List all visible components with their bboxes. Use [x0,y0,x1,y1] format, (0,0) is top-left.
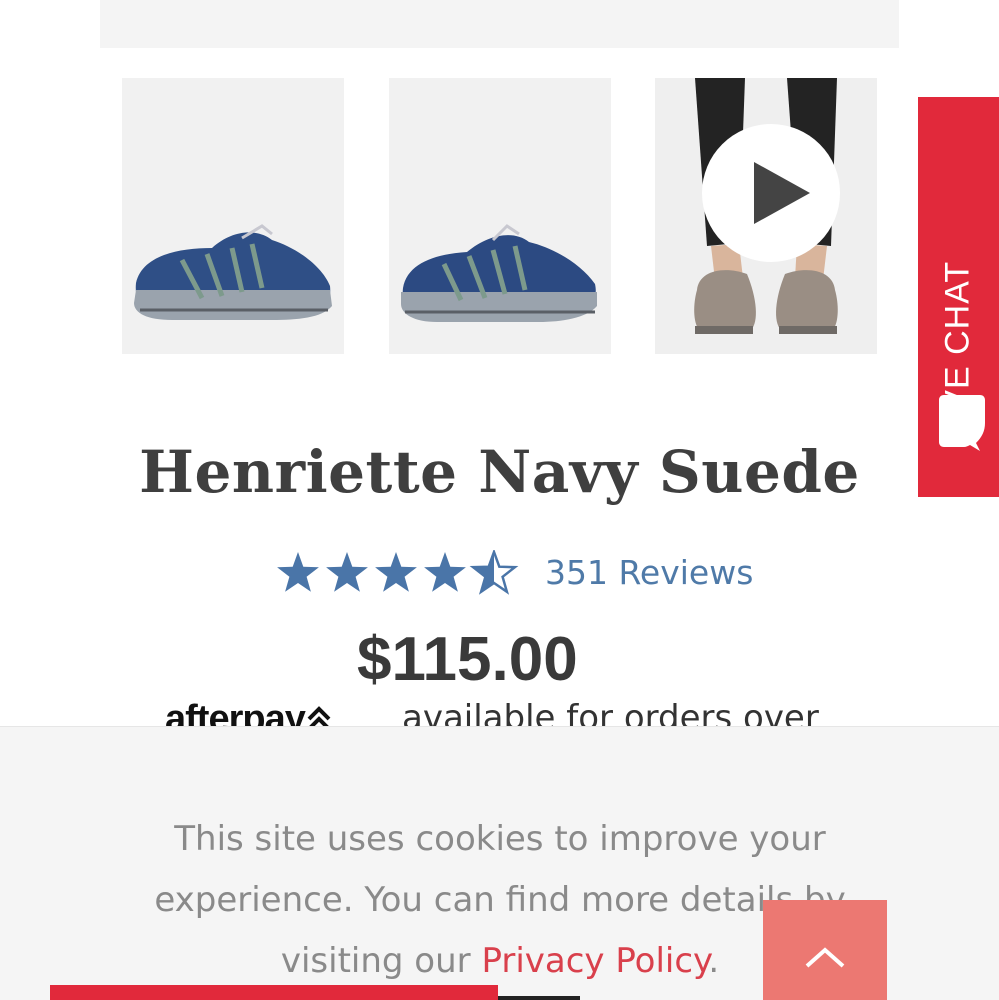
scroll-to-top-button[interactable] [763,900,887,1000]
star-full-icon [277,552,319,592]
rating-stars[interactable] [276,550,521,596]
star-full-icon [424,552,466,592]
live-chat-tab[interactable]: LIVE CHAT [918,97,999,497]
play-button[interactable] [702,124,840,262]
afterpay-logo: afterpay [165,698,335,726]
star-full-icon [326,552,368,592]
accept-cookies-button[interactable] [50,985,498,1000]
shoe-image [134,224,332,320]
afterpay-description: available for orders over [402,698,819,726]
chevron-up-icon [805,947,845,968]
privacy-policy-link[interactable]: Privacy Policy [481,941,708,981]
cookie-message: This site uses cookies to improve your e… [154,819,846,981]
play-icon [754,162,810,224]
product-thumbnail-2[interactable] [389,78,611,354]
star-full-icon [375,552,417,592]
main-image-bottom-edge [100,0,899,48]
reviews-link[interactable]: 351 Reviews [545,553,753,592]
shoe-image [401,224,597,322]
product-price: $115.00 [357,625,578,694]
product-video-thumbnail[interactable] [655,78,877,354]
afterpay-arrows-icon [307,706,331,726]
product-thumbnail-1[interactable] [122,78,344,354]
secondary-button[interactable] [498,996,580,1000]
afterpay-row: afterpay available for orders over [0,690,999,726]
product-page: LIVE CHAT Henriette Navy Suede 351 Revie… [0,0,999,1000]
product-title: Henriette Navy Suede [139,438,860,506]
